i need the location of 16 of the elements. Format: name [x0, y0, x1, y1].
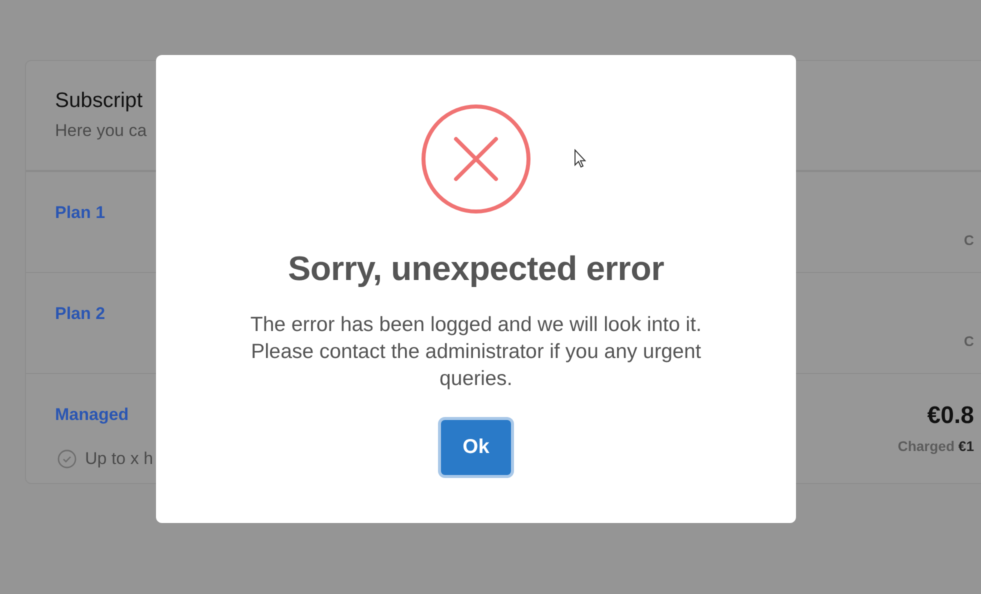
charged-amount: Charged €1	[898, 438, 974, 454]
dialog-title: Sorry, unexpected error	[288, 250, 664, 289]
plan-name[interactable]: Managed	[55, 405, 129, 424]
card-title: Subscript	[55, 89, 144, 113]
plan-price-note: C	[964, 333, 974, 349]
plan-name[interactable]: Plan 1	[55, 203, 106, 222]
plan-price-note: C	[964, 232, 974, 248]
plan-feature: Up to x h	[85, 449, 154, 469]
plan-price: €0.8	[927, 402, 974, 430]
dialog-message: The error has been logged and we will look into it. Please contact the administrator if you any urgent queries.	[249, 312, 703, 392]
error-icon	[421, 104, 531, 214]
cursor-icon	[574, 149, 586, 168]
check-circle-icon	[57, 449, 77, 469]
card-subtitle: Here you ca	[55, 121, 148, 141]
ok-button[interactable]: Ok	[441, 420, 511, 475]
plan-name[interactable]: Plan 2	[55, 304, 106, 323]
